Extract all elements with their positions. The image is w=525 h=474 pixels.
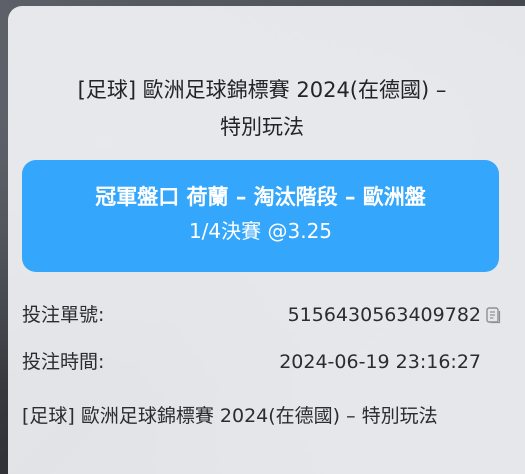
- bet-id-value: 5156430563409782: [287, 304, 481, 326]
- bet-time-value: 2024-06-19 23:16:27: [279, 351, 481, 373]
- bet-title-line1: [足球] 歐洲足球錦標賽 2024(在德國) –: [77, 78, 447, 102]
- bet-id-label: 投注單號:: [22, 304, 105, 326]
- bet-time-label: 投注時間:: [22, 351, 105, 373]
- copy-icon[interactable]: [486, 307, 501, 324]
- bet-title-line2: 特別玩法: [220, 115, 304, 139]
- bet-title: [足球] 歐洲足球錦標賽 2024(在德國) – 特別玩法: [22, 72, 502, 146]
- selection-odds-text: 1/4決賽 @3.25: [188, 219, 333, 243]
- selection-market-text: 冠軍盤口 荷蘭 – 淘汰階段 – 歐洲盤: [95, 185, 426, 209]
- bet-time-row: 投注時間: 2024-06-19 23:16:27: [22, 347, 499, 377]
- event-name: [足球] 歐洲足球錦標賽 2024(在德國) – 特別玩法: [22, 405, 438, 427]
- selection-button[interactable]: 冠軍盤口 荷蘭 – 淘汰階段 – 歐洲盤 1/4決賽 @3.25: [22, 160, 499, 272]
- bet-id-row: 投注單號: 5156430563409782: [22, 300, 501, 330]
